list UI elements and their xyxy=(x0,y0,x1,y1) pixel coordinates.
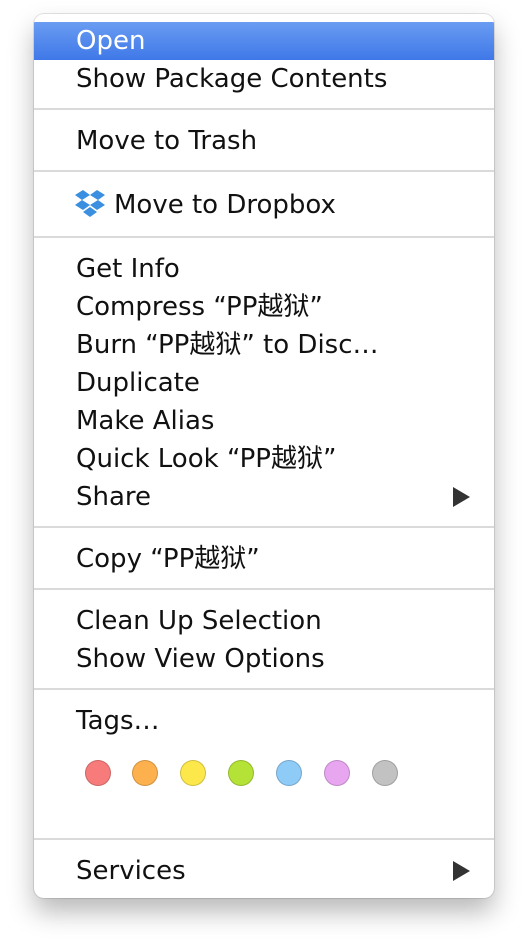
menu-item-label: Open xyxy=(76,26,146,56)
menu-item-show-view-options[interactable]: Show View Options xyxy=(34,640,494,678)
menu-item-duplicate[interactable]: Duplicate xyxy=(34,364,494,402)
menu-item-label: Show Package Contents xyxy=(76,64,388,94)
menu-item-label: Get Info xyxy=(76,254,180,284)
menu-item-label: Quick Look “PP越狱” xyxy=(76,444,337,474)
menu-item-make-alias[interactable]: Make Alias xyxy=(34,402,494,440)
menu-separator xyxy=(34,588,494,590)
menu-item-label: Services xyxy=(76,856,186,886)
green-tag-icon[interactable] xyxy=(228,760,254,786)
menu-item-show-package-contents[interactable]: Show Package Contents xyxy=(34,60,494,98)
menu-item-clean-up-selection[interactable]: Clean Up Selection xyxy=(34,602,494,640)
menu-item-label: Show View Options xyxy=(76,644,325,674)
dropbox-icon xyxy=(75,189,105,217)
menu-item-copy[interactable]: Copy “PP越狱” xyxy=(34,540,494,578)
menu-item-label: Compress “PP越狱” xyxy=(76,292,323,322)
menu-item-compress[interactable]: Compress “PP越狱” xyxy=(34,288,494,326)
menu-separator xyxy=(34,688,494,690)
gray-tag-icon[interactable] xyxy=(372,760,398,786)
submenu-arrow-icon xyxy=(453,861,470,881)
menu-item-services[interactable]: Services xyxy=(34,852,494,890)
menu-item-label: Burn “PP越狱” to Disc… xyxy=(76,330,379,360)
menu-item-move-to-dropbox[interactable]: Move to Dropbox xyxy=(34,186,494,224)
menu-separator xyxy=(34,236,494,238)
menu-item-share[interactable]: Share xyxy=(34,478,494,516)
yellow-tag-icon[interactable] xyxy=(180,760,206,786)
menu-item-tags[interactable]: Tags… xyxy=(34,702,494,740)
menu-item-label: Duplicate xyxy=(76,368,200,398)
menu-item-quick-look[interactable]: Quick Look “PP越狱” xyxy=(34,440,494,478)
menu-item-label: Move to Dropbox xyxy=(114,190,336,220)
menu-item-label: Share xyxy=(76,482,152,512)
purple-tag-icon[interactable] xyxy=(324,760,350,786)
menu-item-label: Clean Up Selection xyxy=(76,606,322,636)
red-tag-icon[interactable] xyxy=(85,760,111,786)
context-menu: Open Show Package Contents Move to Trash… xyxy=(34,14,494,898)
menu-separator xyxy=(34,526,494,528)
menu-separator xyxy=(34,838,494,840)
menu-item-move-to-trash[interactable]: Move to Trash xyxy=(34,122,494,160)
menu-separator xyxy=(34,108,494,110)
menu-item-label: Copy “PP越狱” xyxy=(76,544,260,574)
menu-item-label: Tags… xyxy=(76,706,160,736)
menu-item-label: Move to Trash xyxy=(76,126,258,156)
menu-item-label: Make Alias xyxy=(76,406,215,436)
menu-separator xyxy=(34,170,494,172)
blue-tag-icon[interactable] xyxy=(276,760,302,786)
menu-item-get-info[interactable]: Get Info xyxy=(34,250,494,288)
menu-item-open[interactable]: Open xyxy=(34,22,494,60)
menu-item-burn-to-disc[interactable]: Burn “PP越狱” to Disc… xyxy=(34,326,494,364)
orange-tag-icon[interactable] xyxy=(132,760,158,786)
submenu-arrow-icon xyxy=(453,487,470,507)
